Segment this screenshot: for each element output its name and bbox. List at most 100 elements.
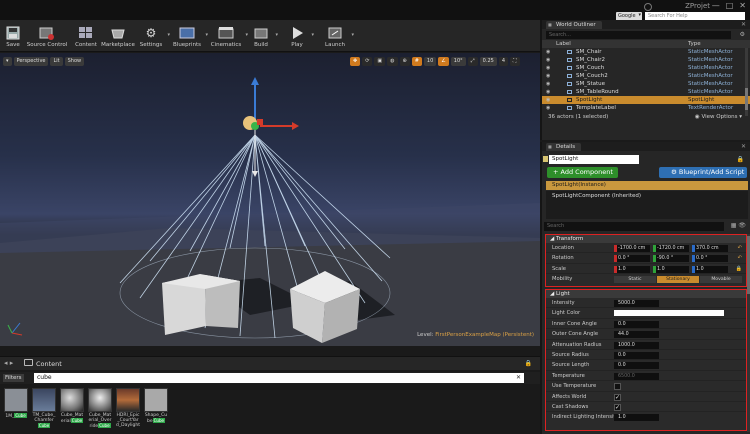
outliner-search-input[interactable]: Search... bbox=[546, 31, 731, 39]
details-view-icons[interactable]: ▦ 👁 bbox=[731, 222, 746, 229]
maximize-viewport-button[interactable]: ⛶ bbox=[510, 57, 520, 66]
component-row[interactable]: SpotLightComponent (Inherited) bbox=[552, 193, 641, 199]
world-outliner-tab[interactable]: World Outliner bbox=[546, 21, 602, 29]
outliner-row[interactable]: ◉ SM_TableRound StaticMeshActor bbox=[542, 88, 750, 96]
show-button[interactable]: Show bbox=[64, 57, 85, 66]
indirect-intensity-field[interactable]: 1.0 bbox=[614, 414, 659, 422]
content-button[interactable]: Content bbox=[74, 22, 98, 50]
eye-icon[interactable]: ◉ bbox=[546, 48, 553, 56]
outliner-row[interactable]: ◉ TemplateLabel TextRenderActor bbox=[542, 104, 750, 112]
surface-snap-button[interactable]: ⊕ bbox=[399, 57, 410, 66]
lock-icon[interactable]: 🔒 bbox=[737, 156, 744, 163]
lock-scale-icon[interactable]: 🔒 bbox=[736, 264, 742, 274]
content-search-input[interactable]: cube ✕ bbox=[34, 373, 524, 383]
light-color-swatch[interactable] bbox=[614, 310, 724, 317]
asset-tile[interactable]: Cube_Material_OverrideCube bbox=[88, 388, 112, 430]
play-button[interactable]: Play ▾ bbox=[286, 22, 314, 50]
mobility-movable-button[interactable]: Movable bbox=[700, 276, 742, 284]
save-button[interactable]: Save bbox=[2, 22, 24, 50]
build-button[interactable]: Build ▾ bbox=[250, 22, 278, 50]
outer-cone-field[interactable]: 44.0 bbox=[614, 331, 659, 339]
scale-y-field[interactable]: 1.0 bbox=[653, 265, 689, 273]
rotation-x-field[interactable]: 0.0 ° bbox=[614, 255, 650, 263]
outliner-row[interactable]: ◉ SM_Statue StaticMeshActor bbox=[542, 80, 750, 88]
rotate-mode-button[interactable]: ⟳ bbox=[362, 57, 373, 66]
scale-snap-value[interactable]: 0.25 bbox=[479, 57, 497, 66]
eye-icon[interactable]: ◉ bbox=[546, 104, 553, 112]
cast-shadows-checkbox[interactable]: ✓ bbox=[614, 403, 621, 411]
rotation-snap-button[interactable]: ∠ bbox=[438, 57, 449, 66]
gear-icon[interactable]: ⚙ bbox=[740, 31, 745, 38]
maximize-button[interactable]: □ bbox=[726, 1, 734, 10]
content-path[interactable]: Content bbox=[36, 360, 62, 368]
view-options-button[interactable]: ◉ View Options ▾ bbox=[695, 114, 742, 120]
outliner-row[interactable]: ◉ SM_Chair StaticMeshActor bbox=[542, 48, 750, 56]
eye-icon[interactable]: ◉ bbox=[546, 80, 553, 88]
outliner-scrollbar[interactable] bbox=[745, 48, 748, 116]
history-nav[interactable]: ◂ ▸ bbox=[4, 359, 13, 367]
outliner-row[interactable]: ◉ SM_Couch StaticMeshActor bbox=[542, 64, 750, 72]
reset-icon[interactable]: ↶ bbox=[738, 243, 742, 253]
inner-cone-field[interactable]: 0.0 bbox=[614, 320, 659, 328]
asset-tile[interactable]: HDRI_Epic_CourtYard_Daylight bbox=[116, 388, 140, 430]
use-temperature-checkbox[interactable] bbox=[614, 383, 621, 391]
scale-snap-button[interactable]: ⤢ bbox=[467, 57, 478, 66]
location-z-field[interactable]: 370.0 cm bbox=[692, 245, 728, 252]
affects-world-checkbox[interactable]: ✓ bbox=[614, 393, 621, 401]
transform-header[interactable]: ◢ Transform bbox=[546, 235, 746, 243]
lit-button[interactable]: Lit bbox=[50, 57, 63, 66]
minimize-button[interactable]: — bbox=[712, 1, 720, 10]
asset-tile[interactable]: Shape_CubeCube bbox=[144, 388, 168, 430]
play-dropdown-icon[interactable]: ▾ bbox=[311, 32, 314, 38]
filters-button[interactable]: Filters bbox=[3, 374, 24, 382]
lock-icon[interactable]: 🔒 bbox=[525, 360, 532, 367]
component-instance-row[interactable]: SpotLight(Instance) bbox=[546, 181, 748, 190]
launch-button[interactable]: Launch ▾ bbox=[322, 22, 354, 50]
eye-icon[interactable]: ◉ bbox=[546, 64, 553, 72]
world-local-button[interactable]: ◍ bbox=[387, 57, 398, 66]
mobility-static-button[interactable]: Static bbox=[614, 276, 656, 284]
level-viewport[interactable]: ▾ Perspective Lit Show ✥ ⟳ ▣ ◍ ⊕ # 10 ∠ … bbox=[0, 53, 540, 346]
grid-snap-button[interactable]: # bbox=[411, 57, 422, 66]
blueprints-button[interactable]: Blueprints ▾ bbox=[172, 22, 208, 50]
reset-icon[interactable]: ↶ bbox=[738, 253, 742, 263]
outliner-row[interactable]: ◉ SM_Chair2 StaticMeshActor bbox=[542, 56, 750, 64]
close-panel-icon[interactable]: ✕ bbox=[741, 143, 746, 150]
rotation-z-field[interactable]: 0.0 ° bbox=[692, 255, 728, 263]
asset-tile[interactable]: 1M_Cube bbox=[4, 388, 28, 430]
source-length-field[interactable]: 0.0 bbox=[614, 362, 659, 370]
asset-tile[interactable]: TM_Cube_ChamferCube bbox=[32, 388, 56, 430]
scale-z-field[interactable]: 1.0 bbox=[692, 265, 728, 273]
intensity-field[interactable]: 5000.0 bbox=[614, 300, 659, 307]
scale-x-field[interactable]: 1.0 bbox=[614, 265, 650, 273]
outliner-row-selected[interactable]: ◉ SpotLight SpotLight bbox=[542, 96, 750, 104]
close-button[interactable]: ✕ bbox=[739, 1, 746, 10]
blueprint-add-script-button[interactable]: ⚙ Blueprint/Add Script bbox=[659, 167, 747, 178]
details-tab[interactable]: Details bbox=[546, 143, 582, 151]
eye-icon[interactable]: ◉ bbox=[546, 72, 553, 80]
settings-dropdown-icon[interactable]: ▾ bbox=[167, 32, 170, 38]
viewport-menu-button[interactable]: ▾ bbox=[3, 57, 12, 66]
grid-snap-value[interactable]: 10 bbox=[423, 57, 437, 66]
perspective-button[interactable]: Perspective bbox=[13, 57, 49, 66]
cinematics-dropdown-icon[interactable]: ▾ bbox=[245, 32, 248, 38]
rotation-y-field[interactable]: -90.0 ° bbox=[653, 255, 689, 263]
mobility-stationary-button[interactable]: Stationary bbox=[657, 276, 699, 284]
camera-speed-button[interactable]: 4 bbox=[498, 57, 508, 66]
blueprints-dropdown-icon[interactable]: ▾ bbox=[205, 32, 208, 38]
marketplace-button[interactable]: Marketplace bbox=[101, 22, 135, 50]
outliner-row[interactable]: ◉ SM_Couch2 StaticMeshActor bbox=[542, 72, 750, 80]
attenuation-radius-field[interactable]: 1000.0 bbox=[614, 341, 659, 349]
eye-icon[interactable]: ◉ bbox=[546, 96, 553, 104]
location-y-field[interactable]: -1720.0 cm bbox=[653, 245, 689, 252]
clear-search-icon[interactable]: ✕ bbox=[516, 373, 521, 383]
launch-dropdown-icon[interactable]: ▾ bbox=[351, 32, 354, 38]
temperature-field[interactable]: 6500.0 bbox=[614, 372, 659, 380]
scale-mode-button[interactable]: ▣ bbox=[374, 57, 386, 66]
close-panel-icon[interactable]: ✕ bbox=[741, 21, 746, 28]
build-dropdown-icon[interactable]: ▾ bbox=[275, 32, 278, 38]
cinematics-button[interactable]: Cinematics ▾ bbox=[210, 22, 248, 50]
add-component-button[interactable]: + Add Component ▾ bbox=[547, 167, 618, 187]
rotation-snap-value[interactable]: 10° bbox=[450, 57, 466, 66]
source-control-button[interactable]: Source Control bbox=[27, 22, 67, 50]
